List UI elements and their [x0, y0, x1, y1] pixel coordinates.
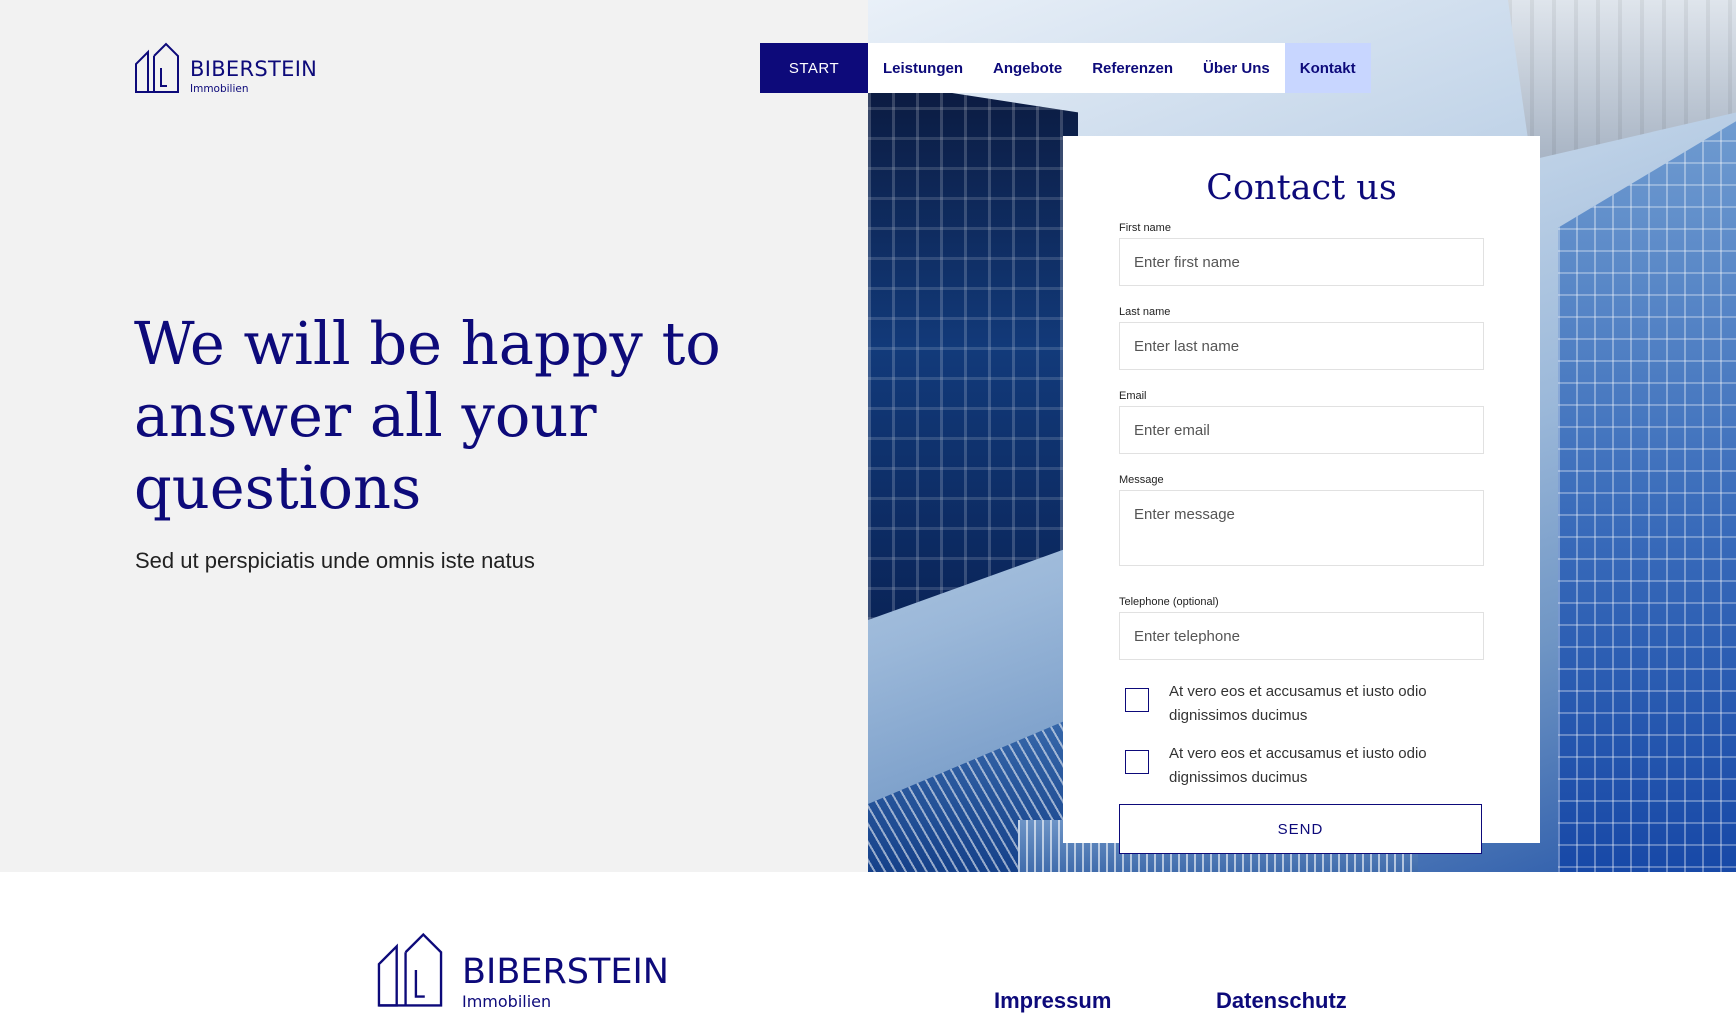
building-left-tower	[868, 80, 1078, 620]
nav-kontakt[interactable]: Kontakt	[1284, 43, 1371, 93]
nav-referenzen[interactable]: Referenzen	[1077, 43, 1189, 93]
email-label: Email	[1119, 390, 1147, 402]
consent-text-2: At vero eos et accusamus et iusto odio d…	[1169, 745, 1427, 786]
consent-row-1: At vero eos et accusamus et iusto odio d…	[1119, 680, 1484, 728]
footer: BIBERSTEIN Immobilien Impressum Datensch…	[0, 872, 1736, 1032]
logo-brand-name: BIBERSTEIN	[190, 56, 318, 81]
footer-link-impressum[interactable]: Impressum	[994, 988, 1111, 1014]
footer-brand-subtitle: Immobilien	[462, 992, 552, 1011]
first-name-input[interactable]: Enter first name	[1119, 238, 1484, 286]
building-right-tower	[1558, 120, 1736, 872]
consent-text-1: At vero eos et accusamus et iusto odio d…	[1169, 683, 1427, 724]
nav-leistungen[interactable]: Leistungen	[868, 43, 979, 93]
logo-subtitle: Immobilien	[190, 82, 249, 95]
message-label: Message	[1119, 474, 1164, 486]
form-title: Contact us	[1206, 168, 1397, 208]
telephone-input[interactable]: Enter telephone	[1119, 612, 1484, 660]
first-name-label: First name	[1119, 222, 1171, 234]
contact-form-card: Contact us First name Enter first name L…	[1063, 136, 1540, 854]
email-input[interactable]: Enter email	[1119, 406, 1484, 454]
hero-headline: We will be happy to answer all your ques…	[134, 309, 721, 522]
footer-logo[interactable]: BIBERSTEIN Immobilien	[376, 930, 669, 1010]
house-outline-icon	[135, 42, 179, 93]
house-outline-icon	[377, 932, 443, 1007]
consent-checkbox-1[interactable]	[1125, 688, 1149, 712]
main-navigation: START Leistungen Angebote Referenzen Übe…	[760, 43, 1371, 93]
hero-section: BIBERSTEIN Immobilien START Leistungen A…	[0, 0, 1736, 872]
message-textarea[interactable]: Enter message	[1119, 490, 1484, 566]
footer-brand-name: BIBERSTEIN	[462, 952, 669, 992]
telephone-label: Telephone (optional)	[1119, 596, 1219, 608]
last-name-label: Last name	[1119, 306, 1171, 318]
consent-row-2: At vero eos et accusamus et iusto odio d…	[1119, 742, 1484, 790]
consent-checkbox-2[interactable]	[1125, 750, 1149, 774]
nav-start[interactable]: START	[760, 43, 868, 93]
nav-ueber-uns[interactable]: Über Uns	[1188, 43, 1285, 93]
header-logo[interactable]: BIBERSTEIN Immobilien	[134, 42, 317, 94]
nav-angebote[interactable]: Angebote	[978, 43, 1078, 93]
send-button[interactable]: SEND	[1119, 804, 1482, 854]
hero-subline: Sed ut perspiciatis unde omnis iste natu…	[135, 548, 535, 573]
building-top-right	[1508, 0, 1736, 160]
last-name-input[interactable]: Enter last name	[1119, 322, 1484, 370]
footer-link-datenschutz[interactable]: Datenschutz	[1216, 988, 1347, 1014]
